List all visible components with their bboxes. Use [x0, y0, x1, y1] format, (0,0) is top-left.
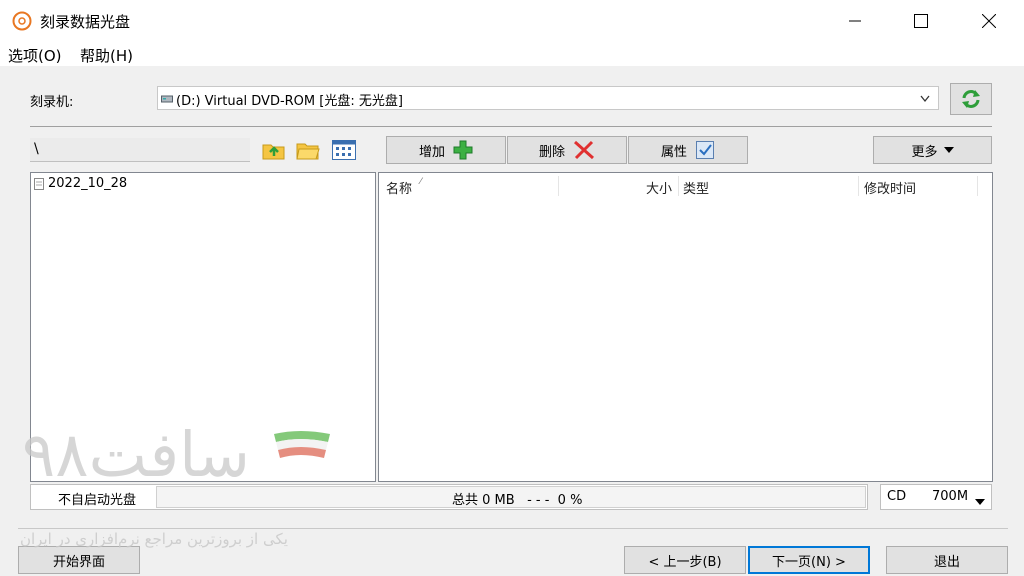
tree-item[interactable]: 2022_10_28 [48, 176, 127, 191]
delete-button[interactable]: 删除 [507, 136, 627, 164]
refresh-button[interactable] [950, 83, 992, 115]
burner-drive-value: (D:) Virtual DVD-ROM [光盘: 无光盘] [176, 94, 403, 109]
column-header-type[interactable]: 类型 [683, 178, 709, 197]
add-button-label: 增加 [418, 144, 445, 160]
watermark-tagline: یکی از بروزترین مراجع نرم‌افزاری در ایرا… [20, 530, 288, 548]
chevron-down-icon [920, 92, 930, 107]
more-button[interactable]: 更多 [873, 136, 992, 164]
path-value[interactable]: \ [34, 141, 39, 157]
maximize-button[interactable] [898, 0, 944, 42]
column-header-modified[interactable]: 修改时间 [864, 178, 916, 197]
drive-icon [161, 91, 173, 107]
column-header-name[interactable]: 名称 [386, 178, 412, 197]
new-folder-icon[interactable] [296, 139, 320, 165]
watermark-brand: سافت۹۸ [22, 418, 250, 491]
next-button[interactable]: 下一页(N) > [748, 546, 870, 574]
column-divider[interactable] [858, 176, 859, 196]
file-list-panel[interactable] [378, 172, 993, 482]
view-mode-icon[interactable] [332, 140, 356, 164]
refresh-icon [962, 90, 980, 108]
disc-size-value: 700M [932, 489, 969, 504]
column-divider[interactable] [977, 176, 978, 196]
separator [18, 528, 1008, 529]
column-divider[interactable] [678, 176, 679, 196]
properties-icon [696, 141, 714, 159]
properties-button[interactable]: 属性 [628, 136, 748, 164]
back-button[interactable]: < 上一步(B) [624, 546, 746, 574]
start-screen-button[interactable]: 开始界面 [18, 546, 140, 574]
close-icon [982, 14, 996, 28]
delete-x-icon [574, 140, 594, 160]
delete-button-label: 删除 [538, 144, 565, 160]
burner-label: 刻录机: [30, 95, 74, 110]
maximize-icon [914, 14, 928, 28]
plus-icon [453, 140, 473, 160]
menu-help[interactable]: 帮助(H) [80, 45, 133, 66]
column-header-size[interactable]: 大小 [646, 178, 672, 197]
close-button[interactable] [966, 0, 1012, 42]
menu-bar [0, 42, 1024, 66]
disc-type-value: CD [887, 489, 907, 504]
minimize-icon [849, 20, 861, 22]
exit-button[interactable]: 退出 [886, 546, 1008, 574]
properties-button-label: 属性 [660, 144, 687, 160]
autorun-checkbox-label[interactable]: 不自启动光盘 [58, 489, 136, 508]
minimize-button[interactable] [832, 0, 878, 42]
sort-indicator-icon: ⁄ [420, 177, 422, 187]
column-divider[interactable] [558, 176, 559, 196]
folder-up-icon[interactable] [262, 139, 286, 165]
path-field[interactable] [30, 138, 250, 162]
folder-item-icon [34, 178, 44, 194]
caret-down-icon [975, 494, 985, 509]
caret-down-icon [943, 147, 954, 153]
menu-options[interactable]: 选项(O) [8, 45, 62, 66]
watermark-flag-icon [270, 428, 334, 468]
add-button[interactable]: 增加 [386, 136, 506, 164]
capacity-total: 总共 0 MB - - - 0 % [452, 493, 583, 508]
more-button-label: 更多 [911, 144, 938, 160]
window-title: 刻录数据光盘 [40, 13, 131, 31]
separator [30, 126, 992, 127]
disc-icon [12, 11, 32, 31]
